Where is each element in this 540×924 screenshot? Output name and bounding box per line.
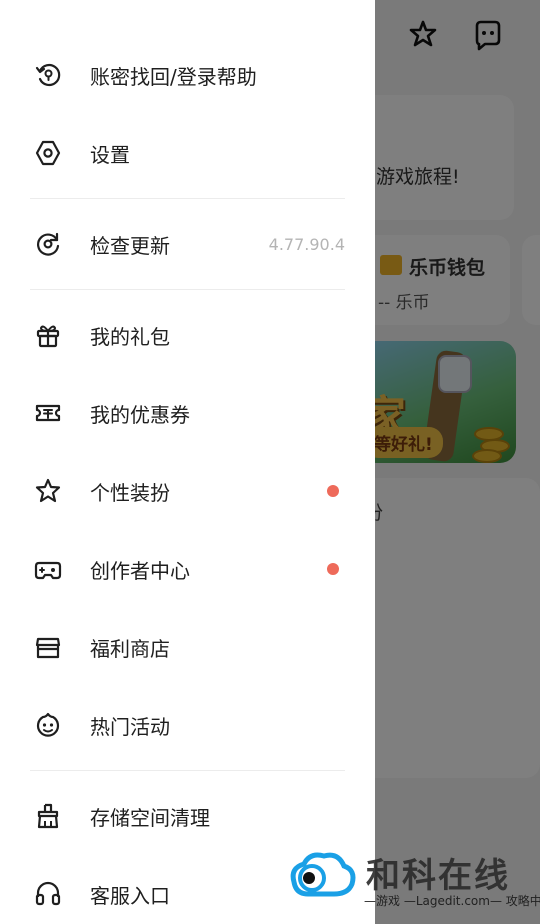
watermark-subtext: —游戏 —Lagedit.com— 攻略中— <box>364 894 540 908</box>
account-recovery-icon <box>34 61 62 89</box>
menu-item-label: 福利商店 <box>90 636 170 661</box>
menu-item-label: 我的优惠券 <box>90 402 190 427</box>
menu-item-welfare-store[interactable]: 福利商店 <box>0 612 375 682</box>
menu-item-personal-dressup[interactable]: 个性装扮 <box>0 456 375 526</box>
broom-icon <box>34 802 62 830</box>
watermark-logo <box>290 852 356 897</box>
menu-item-my-gift[interactable]: 我的礼包 <box>0 300 375 370</box>
divider <box>30 770 345 771</box>
store-icon <box>34 633 62 661</box>
menu-item-creator-center[interactable]: 创作者中心 <box>0 534 375 604</box>
watermark-text: 和科在线 <box>366 856 510 896</box>
menu-item-label: 设置 <box>90 142 130 167</box>
menu-item-label: 存储空间清理 <box>90 805 210 830</box>
notification-badge <box>327 563 339 575</box>
menu-item-label: 个性装扮 <box>90 480 170 505</box>
divider <box>30 289 345 290</box>
menu-item-storage-clean[interactable]: 存储空间清理 <box>0 781 375 851</box>
smile-icon <box>34 711 62 739</box>
notification-badge <box>327 485 339 497</box>
gift-icon <box>34 321 62 349</box>
menu-item-account-recovery[interactable]: 账密找回/登录帮助 <box>0 40 375 110</box>
menu-item-settings[interactable]: 设置 <box>0 118 375 188</box>
headset-icon <box>34 880 62 908</box>
menu-item-label: 创作者中心 <box>90 558 190 583</box>
menu-item-label: 热门活动 <box>90 714 170 739</box>
watermark: 和科在线 —游戏 —Lagedit.com— 攻略中— <box>286 848 540 924</box>
menu-item-my-coupon[interactable]: 我的优惠券 <box>0 378 375 448</box>
menu-item-hot-events[interactable]: 热门活动 <box>0 690 375 760</box>
coupon-icon <box>34 399 62 427</box>
menu-item-label: 我的礼包 <box>90 324 170 349</box>
settings-icon <box>34 139 62 167</box>
star-icon <box>34 477 62 505</box>
app-version: 4.77.90.4 <box>268 234 345 254</box>
menu-item-check-update[interactable]: 检查更新 4.77.90.4 <box>0 209 375 279</box>
divider <box>30 198 345 199</box>
menu-item-label: 检查更新 <box>90 233 170 258</box>
menu-item-label: 客服入口 <box>90 883 170 908</box>
refresh-icon <box>34 230 62 258</box>
side-drawer: 账密找回/登录帮助 设置 检查更新 4.77.90.4 我的礼包 我的优惠券 个… <box>0 0 375 924</box>
menu-item-label: 账密找回/登录帮助 <box>90 64 257 89</box>
gamepad-icon <box>34 555 62 583</box>
